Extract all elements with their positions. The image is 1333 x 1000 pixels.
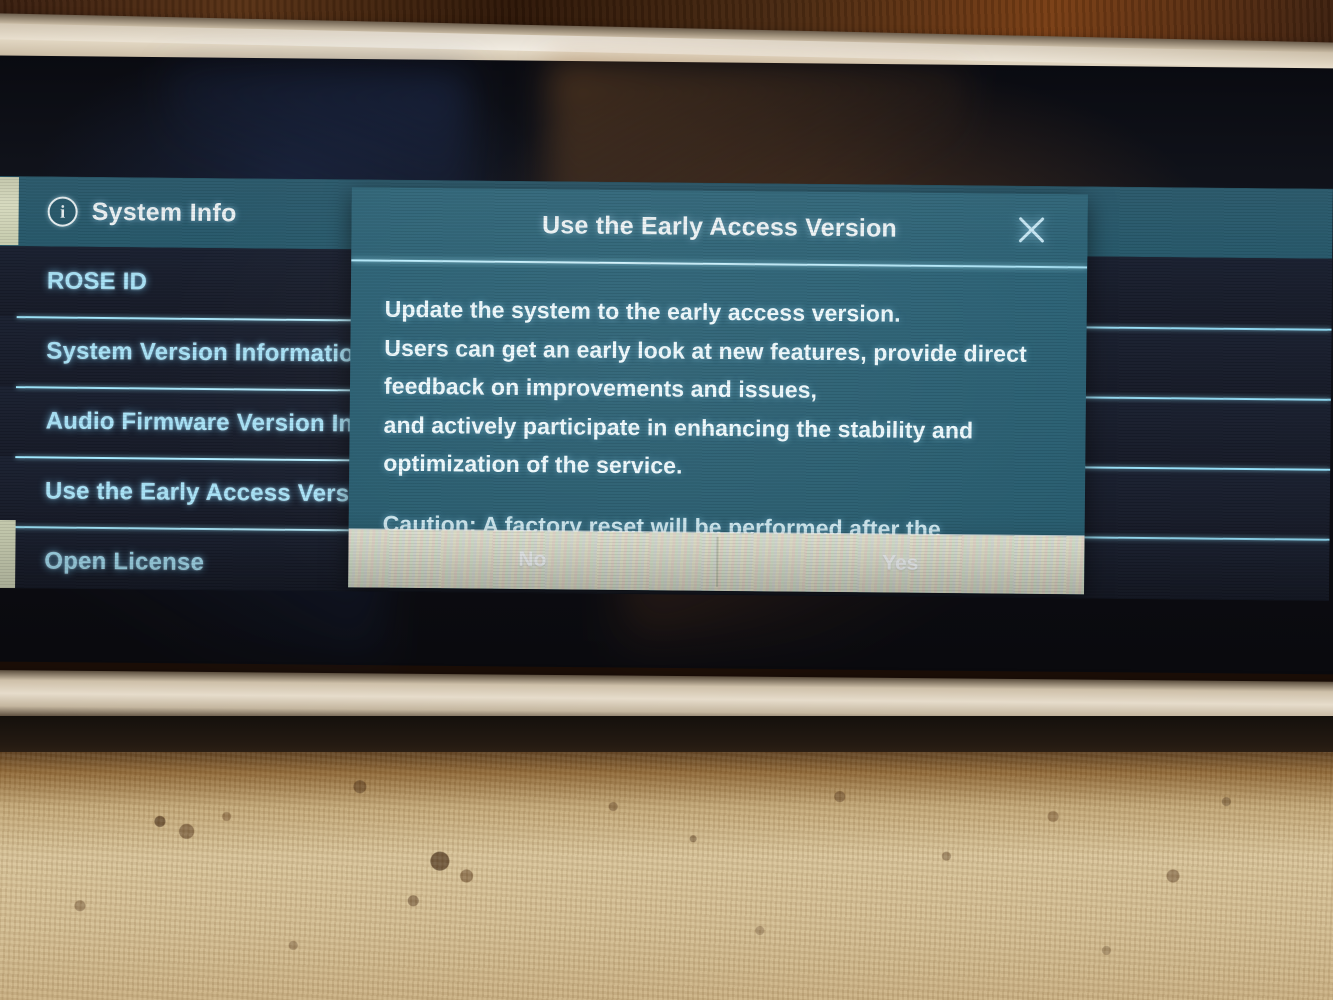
dialog-body-line: Users can get an early look at new featu… <box>384 334 1027 367</box>
list-item-label: System Version Information <box>46 337 370 368</box>
dialog-body-line: and actively participate in enhancing th… <box>383 411 974 443</box>
page-title: System Info <box>91 197 237 227</box>
yes-button[interactable]: Yes <box>716 533 1085 595</box>
no-button[interactable]: No <box>348 529 717 591</box>
yes-button-label: Yes <box>882 551 919 575</box>
dialog-body: Update the system to the early access ve… <box>348 261 1087 550</box>
dialog-title: Use the Early Access Version <box>541 210 898 243</box>
dialog-body-line: feedback on improvements and issues, <box>383 372 818 403</box>
list-item-label: Use the Early Access Version <box>44 477 386 508</box>
screen-ui: i System Info ROSE ID System Version Inf… <box>0 176 1333 601</box>
info-circle-icon: i <box>47 196 78 227</box>
list-item-label: ROSE ID <box>46 267 148 296</box>
early-access-dialog: Use the Early Access Version Update the … <box>348 187 1088 595</box>
dialog-button-bar: No Yes <box>348 529 1085 595</box>
dialog-body-line: Update the system to the early access ve… <box>384 295 901 327</box>
dialog-header: Use the Early Access Version <box>351 187 1088 267</box>
dialog-body-line: optimization of the service. <box>383 449 683 479</box>
close-x-icon[interactable] <box>1011 210 1051 250</box>
list-item-label: Open License <box>44 547 205 576</box>
granite-grain <box>0 752 1333 1000</box>
screen-glare-strip-bottom <box>0 519 16 589</box>
no-button-label: No <box>518 547 547 572</box>
screen-glare-strip-top <box>0 176 19 246</box>
photograph-of-device-screen: i System Info ROSE ID System Version Inf… <box>0 0 1333 1000</box>
granite-countertop <box>0 752 1333 1000</box>
